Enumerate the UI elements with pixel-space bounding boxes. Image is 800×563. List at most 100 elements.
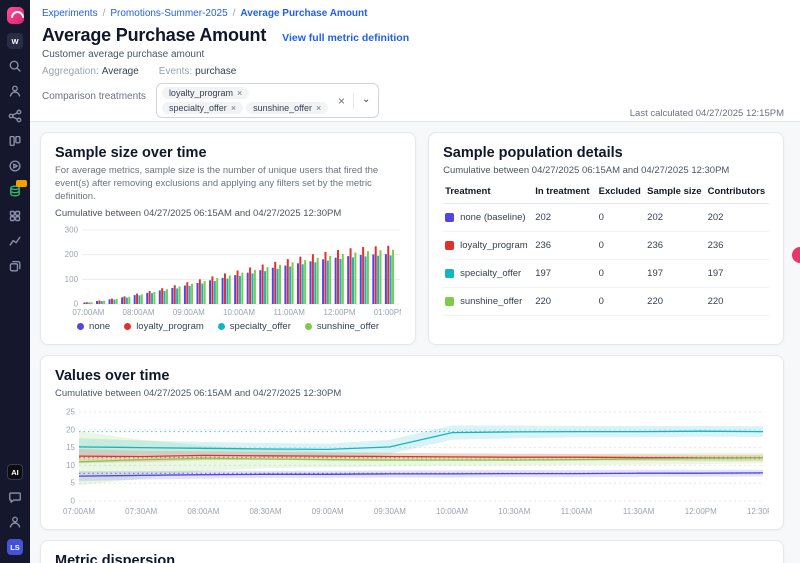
breadcrumb-separator: /: [103, 8, 106, 19]
board-icon[interactable]: [7, 133, 23, 149]
svg-text:15: 15: [66, 444, 75, 453]
sample-size-legend: none loyalty_program specialty_offer sun…: [55, 321, 401, 332]
page-title: Average Purchase Amount: [42, 25, 266, 46]
population-title: Sample population details: [443, 145, 769, 161]
chat-icon[interactable]: [7, 489, 23, 505]
main-area: Experiments / Promotions-Summer-2025 / A…: [30, 0, 800, 563]
breadcrumb-current: Average Purchase Amount: [240, 8, 367, 19]
app-logo-icon[interactable]: [7, 7, 24, 24]
treatment-cell: sunshine_offer: [445, 296, 531, 307]
col-sample-size: Sample size: [647, 186, 703, 197]
chip-label: loyalty_program: [169, 88, 233, 98]
breadcrumb-experiment-name[interactable]: Promotions-Summer-2025: [110, 8, 227, 19]
user-avatar[interactable]: LS: [7, 539, 23, 555]
table-row: sunshine_offer 220 0 220 220: [443, 288, 769, 316]
treatment-cell: specialty_offer: [445, 268, 531, 279]
ai-assistant-icon[interactable]: AI: [7, 464, 23, 480]
warehouse-icon[interactable]: [7, 183, 23, 199]
trends-icon[interactable]: [7, 233, 23, 249]
legend-item-none: none: [77, 321, 110, 332]
sample-size-cell: 220: [647, 296, 703, 307]
sample-size-card: Sample size over time For average metric…: [40, 132, 416, 345]
in-treatment-cell: 197: [535, 268, 594, 279]
col-excluded: Excluded: [599, 186, 644, 197]
excluded-cell: 0: [599, 240, 644, 251]
chip-remove-icon[interactable]: ×: [231, 103, 236, 113]
svg-text:10:30AM: 10:30AM: [498, 507, 530, 516]
values-title: Values over time: [55, 368, 769, 384]
svg-text:20: 20: [66, 426, 75, 435]
legend-dot: [218, 323, 225, 330]
values-over-time-card: Values over time Cumulative between 04/2…: [40, 355, 784, 530]
svg-text:25: 25: [66, 408, 75, 417]
svg-text:07:00AM: 07:00AM: [63, 507, 95, 516]
page-content: Sample size over time For average metric…: [30, 121, 800, 563]
pulse-icon[interactable]: [7, 158, 23, 174]
events-label: Events:: [159, 66, 192, 77]
values-range: Cumulative between 04/27/2025 06:15AM an…: [55, 388, 769, 399]
chip-specialty-offer[interactable]: specialty_offer ×: [162, 102, 243, 114]
chip-remove-icon[interactable]: ×: [237, 88, 242, 98]
sample-size-description: For average metrics, sample size is the …: [55, 165, 401, 203]
page-header: Experiments / Promotions-Summer-2025 / A…: [30, 0, 800, 121]
sample-size-cell: 236: [647, 240, 703, 251]
treatment-chips: loyalty_program × specialty_offer × suns…: [162, 87, 330, 114]
svg-text:10:00AM: 10:00AM: [436, 507, 468, 516]
dispersion-title: Metric dispersion: [55, 553, 769, 563]
population-range: Cumulative between 04/27/2025 06:15AM an…: [443, 165, 769, 176]
sample-size-cell: 202: [647, 212, 703, 223]
svg-text:200: 200: [65, 251, 79, 260]
chevron-down-icon[interactable]: ⌄: [359, 94, 373, 107]
account-icon[interactable]: [7, 514, 23, 530]
apps-grid-icon[interactable]: [7, 208, 23, 224]
population-table: Treatment In treatment Excluded Sample s…: [443, 182, 769, 316]
svg-text:08:00AM: 08:00AM: [187, 507, 219, 516]
comparison-treatments-label: Comparison treatments: [42, 91, 146, 102]
clear-all-icon[interactable]: ×: [335, 94, 348, 108]
svg-text:11:00AM: 11:00AM: [274, 308, 306, 317]
flows-icon[interactable]: [7, 108, 23, 124]
aggregation-label: Aggregation:: [42, 66, 99, 77]
table-row: specialty_offer 197 0 197 197: [443, 260, 769, 288]
legend-dot: [77, 323, 84, 330]
treatment-cell: none (baseline): [445, 212, 531, 223]
search-icon[interactable]: [7, 58, 23, 74]
legend-item-loyalty: loyalty_program: [124, 321, 204, 332]
people-icon[interactable]: [7, 83, 23, 99]
workspace-avatar[interactable]: W: [7, 33, 23, 49]
svg-text:08:30AM: 08:30AM: [249, 507, 281, 516]
in-treatment-cell: 220: [535, 296, 594, 307]
treatment-cell: loyalty_program: [445, 240, 531, 251]
svg-text:300: 300: [65, 226, 79, 235]
layers-icon[interactable]: [7, 258, 23, 274]
contributors-cell: 202: [708, 212, 767, 223]
legend-item-sunshine: sunshine_offer: [305, 321, 379, 332]
chip-remove-icon[interactable]: ×: [316, 103, 321, 113]
metric-meta: Aggregation:Average Events:purchase: [42, 66, 784, 77]
legend-dot: [305, 323, 312, 330]
sample-size-range: Cumulative between 04/27/2025 06:15AM an…: [55, 208, 401, 219]
select-divider: [353, 93, 354, 109]
treatment-color-swatch: [445, 297, 454, 306]
excluded-cell: 0: [599, 296, 644, 307]
in-treatment-cell: 202: [535, 212, 594, 223]
svg-text:0: 0: [71, 497, 76, 506]
svg-text:12:30PM: 12:30PM: [747, 507, 769, 516]
population-table-rows: none (baseline) 202 0 202 202 loyalty_pr…: [443, 204, 769, 316]
chip-label: specialty_offer: [169, 103, 227, 113]
breadcrumb-experiments[interactable]: Experiments: [42, 8, 98, 19]
population-table-header: Treatment In treatment Excluded Sample s…: [443, 182, 769, 204]
app-sidebar: W AI LS: [0, 0, 30, 563]
sample-size-cell: 197: [647, 268, 703, 279]
chip-loyalty-program[interactable]: loyalty_program ×: [162, 87, 249, 99]
svg-text:12:00PM: 12:00PM: [685, 507, 717, 516]
view-metric-definition-link[interactable]: View full metric definition: [282, 32, 409, 44]
chip-sunshine-offer[interactable]: sunshine_offer ×: [246, 102, 328, 114]
aggregation-value: Average: [102, 66, 139, 77]
svg-text:09:30AM: 09:30AM: [374, 507, 406, 516]
breadcrumb: Experiments / Promotions-Summer-2025 / A…: [42, 8, 784, 19]
values-chart: 051015202507:00AM07:30AM08:00AM08:30AM09…: [55, 405, 769, 517]
treatments-multiselect[interactable]: loyalty_program × specialty_offer × suns…: [156, 83, 379, 118]
svg-text:09:00AM: 09:00AM: [312, 507, 344, 516]
svg-text:5: 5: [71, 479, 76, 488]
